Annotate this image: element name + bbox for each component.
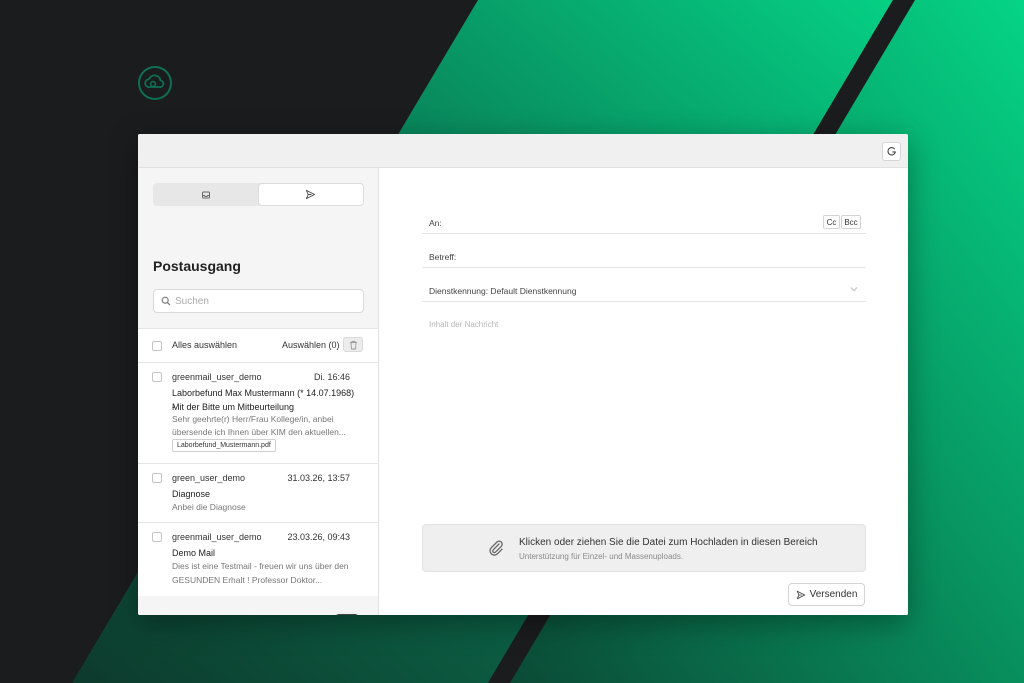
identity-value: Dienstkennung: Default Dienstkennung [429,286,577,296]
bcc-button[interactable]: Bcc [841,215,861,229]
message-body-placeholder[interactable]: Inhalt der Nachricht [429,320,498,329]
send-label: Versenden [809,589,858,600]
trash-icon [349,340,357,349]
mail-sidebar: Postausgang Alles auswählen Auswählen (0… [138,168,379,615]
tab-outbox[interactable] [258,184,363,205]
page-title: Postausgang [153,258,241,274]
identity-select[interactable]: Dienstkennung: Default Dienstkennung [422,276,866,302]
upload-title: Klicken oder ziehen Sie die Datei zum Ho… [519,537,818,548]
message-date: Di. 16:46 [313,372,350,382]
search-box[interactable] [153,289,364,313]
message-checkbox[interactable] [152,532,162,542]
select-all-checkbox[interactable] [152,341,162,351]
window-toolbar [138,134,908,168]
message-date: 31.03.26, 13:57 [287,473,350,483]
search-input[interactable] [175,295,355,307]
compose-button[interactable] [335,614,359,615]
message-subject: Demo Mail [172,548,216,558]
message-preview-cont: übersende ich Ihnen über KIM den aktuell… [172,427,346,437]
tab-inbox[interactable] [154,184,259,205]
send-button[interactable]: Versenden [788,583,865,606]
message-preview-cont: GESUNDEN Erhalt ! Professor Doktor... [172,575,323,585]
message-preview: Anbei die Diagnose [172,502,246,512]
delete-button[interactable] [343,337,363,352]
refresh-icon [887,147,896,156]
upload-dropzone[interactable]: Klicken oder ziehen Sie die Datei zum Ho… [422,524,866,572]
to-label: An: [429,218,442,228]
search-icon [161,296,171,306]
select-count-label: Auswählen (0) [282,340,340,350]
attachment-chip[interactable]: Laborbefund_Mustermann.pdf [172,439,276,452]
message-sender: greenmail_user_demo [172,372,262,382]
to-field[interactable]: An: Cc Bcc [422,208,866,234]
compose-panel: An: Cc Bcc Betreff: Dienstkennung: Defau… [379,168,908,615]
refresh-button[interactable] [882,142,901,161]
message-checkbox[interactable] [152,473,162,483]
message-preview: Dies ist eine Testmail - freuen wir uns … [172,561,349,571]
inbox-icon [202,191,211,198]
cloud-logo-icon [138,66,172,100]
message-item[interactable]: green_user_demo 31.03.26, 13:57 Diagnose… [138,464,378,523]
upload-subtitle: Unterstützung für Einzel- und Massenuplo… [519,552,684,561]
mailbox-switcher [153,183,364,206]
select-all-row: Alles auswählen Auswählen (0) [138,328,378,363]
cc-button[interactable]: Cc [823,215,840,229]
select-all-label: Alles auswählen [172,340,238,350]
message-preview: Sehr geehrte(r) Herr/Frau Kollege/in, an… [172,414,334,424]
subject-field[interactable]: Betreff: [422,242,866,268]
message-date: 23.03.26, 09:43 [287,532,350,542]
message-item[interactable]: greenmail_user_demo Di. 16:46 Laborbefun… [138,363,378,464]
send-icon [796,590,805,599]
send-icon [306,189,316,200]
message-checkbox[interactable] [152,372,162,382]
message-subject: Diagnose [172,489,211,499]
subject-label: Betreff: [429,252,457,262]
message-sender: green_user_demo [172,473,246,483]
chevron-down-icon [850,287,858,292]
mail-window: Postausgang Alles auswählen Auswählen (0… [138,134,908,615]
message-item[interactable]: greenmail_user_demo 23.03.26, 09:43 Demo… [138,523,378,596]
message-sender: greenmail_user_demo [172,532,262,542]
paperclip-icon [489,540,503,556]
